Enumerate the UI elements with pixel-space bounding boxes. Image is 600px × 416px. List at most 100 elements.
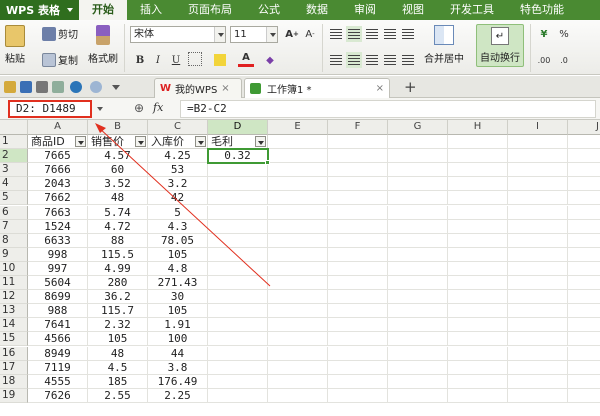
table-cell[interactable] xyxy=(388,304,448,319)
table-cell[interactable]: 1.91 xyxy=(148,318,208,333)
table-cell[interactable] xyxy=(268,191,328,206)
table-cell[interactable] xyxy=(568,304,600,319)
table-cell[interactable] xyxy=(208,261,268,276)
increase-decimal-icon[interactable]: .00 xyxy=(536,52,552,68)
table-cell[interactable] xyxy=(448,149,508,164)
table-cell[interactable]: 6633 xyxy=(28,233,88,248)
table-cell[interactable] xyxy=(388,233,448,248)
table-cell[interactable]: 8949 xyxy=(28,346,88,361)
table-cell[interactable]: 176.49 xyxy=(148,374,208,389)
table-cell[interactable] xyxy=(448,318,508,333)
table-cell[interactable] xyxy=(208,346,268,361)
grow-font-icon[interactable]: A + xyxy=(284,26,300,42)
table-cell[interactable] xyxy=(448,219,508,234)
redo-icon[interactable] xyxy=(90,81,102,93)
align-top-icon[interactable] xyxy=(328,26,344,42)
table-cell[interactable]: 7662 xyxy=(28,191,88,206)
table-cell[interactable] xyxy=(208,332,268,347)
clear-format-icon[interactable]: ◆ xyxy=(262,52,278,68)
column-header-h[interactable]: H xyxy=(448,120,508,135)
column-header-f[interactable]: F xyxy=(328,120,388,135)
table-cell[interactable] xyxy=(568,135,600,150)
table-cell[interactable]: 1524 xyxy=(28,219,88,234)
table-cell[interactable]: 48 xyxy=(88,346,148,361)
align-middle-icon[interactable] xyxy=(346,26,362,42)
table-cell[interactable] xyxy=(508,149,568,164)
menu-item[interactable]: 插入 xyxy=(127,0,175,20)
filter-dropdown-icon[interactable] xyxy=(135,136,146,147)
table-cell[interactable] xyxy=(268,163,328,178)
table-cell[interactable] xyxy=(268,388,328,403)
table-cell[interactable]: 53 xyxy=(148,163,208,178)
indent-decrease-icon[interactable] xyxy=(382,26,398,42)
row-header[interactable]: 4 xyxy=(0,177,28,192)
spreadsheet-grid[interactable]: A B C D E F G H I J 1 2 3 4 5 6 7 8 9 10 11 12 13 14 15 16 17 18 19 商… xyxy=(0,120,600,416)
table-cell[interactable] xyxy=(448,304,508,319)
table-cell[interactable] xyxy=(508,290,568,305)
fill-color-icon[interactable] xyxy=(214,54,226,66)
table-cell[interactable]: 7666 xyxy=(28,163,88,178)
table-cell[interactable] xyxy=(388,388,448,403)
row-header[interactable]: 10 xyxy=(0,261,28,276)
italic-button[interactable]: I xyxy=(150,52,166,68)
menu-item[interactable]: 开始 xyxy=(78,0,127,20)
filter-dropdown-icon[interactable] xyxy=(195,136,206,147)
table-cell[interactable] xyxy=(208,304,268,319)
folder-icon[interactable] xyxy=(4,81,16,93)
bold-button[interactable]: B xyxy=(132,52,148,68)
table-cell[interactable] xyxy=(388,346,448,361)
column-header-j[interactable]: J xyxy=(568,120,600,135)
table-cell[interactable] xyxy=(568,262,600,276)
table-cell[interactable]: 105 xyxy=(148,247,208,262)
table-cell[interactable]: 48 xyxy=(88,191,148,206)
table-cell[interactable] xyxy=(328,261,388,276)
column-header-g[interactable]: G xyxy=(388,120,448,135)
table-cell[interactable] xyxy=(448,233,508,248)
align-right-icon[interactable] xyxy=(364,52,380,68)
table-cell[interactable] xyxy=(388,163,448,178)
app-menu-button[interactable]: WPS 表格 xyxy=(0,0,79,20)
table-cell[interactable] xyxy=(268,261,328,276)
table-cell[interactable] xyxy=(388,149,448,164)
merge-center-button[interactable]: 合并居中 xyxy=(424,25,464,65)
table-cell[interactable] xyxy=(568,276,600,291)
percent-button[interactable]: % xyxy=(556,26,572,42)
table-cell[interactable] xyxy=(448,332,508,347)
row-header[interactable]: 7 xyxy=(0,219,28,234)
preview-icon[interactable] xyxy=(52,81,64,93)
table-cell[interactable] xyxy=(508,205,568,220)
table-cell[interactable]: 3.2 xyxy=(148,177,208,192)
table-cell[interactable] xyxy=(208,247,268,262)
table-cell[interactable] xyxy=(388,332,448,347)
row-header[interactable]: 13 xyxy=(0,304,28,319)
table-cell[interactable] xyxy=(208,388,268,403)
table-cell[interactable] xyxy=(568,290,600,305)
table-cell[interactable] xyxy=(268,247,328,262)
table-cell[interactable] xyxy=(268,360,328,375)
table-cell[interactable]: 988 xyxy=(28,304,88,319)
table-cell[interactable] xyxy=(268,346,328,361)
table-cell[interactable] xyxy=(328,247,388,262)
table-cell[interactable] xyxy=(508,360,568,375)
table-cell[interactable] xyxy=(508,276,568,291)
table-cell[interactable] xyxy=(568,375,600,389)
fx-icon[interactable]: fx xyxy=(153,101,163,114)
table-cell[interactable]: 5604 xyxy=(28,276,88,291)
table-cell[interactable] xyxy=(268,135,328,150)
table-cell[interactable] xyxy=(268,318,328,333)
header-cell[interactable]: 入库价 xyxy=(148,135,208,150)
table-cell[interactable] xyxy=(328,276,388,291)
new-tab-button[interactable]: + xyxy=(404,78,417,96)
table-cell[interactable] xyxy=(388,135,448,150)
table-cell[interactable] xyxy=(208,374,268,389)
chevron-down-icon[interactable] xyxy=(112,85,120,90)
align-bottom-icon[interactable] xyxy=(364,26,380,42)
number-format-icon[interactable]: ¥ xyxy=(536,26,552,42)
row-header[interactable]: 8 xyxy=(0,233,28,248)
table-cell[interactable] xyxy=(568,206,600,220)
header-cell[interactable]: 销售价 xyxy=(88,135,148,150)
menu-item[interactable]: 开发工具 xyxy=(437,0,507,20)
table-cell[interactable] xyxy=(508,388,568,403)
table-cell[interactable] xyxy=(388,276,448,291)
close-icon[interactable]: × xyxy=(221,83,229,94)
